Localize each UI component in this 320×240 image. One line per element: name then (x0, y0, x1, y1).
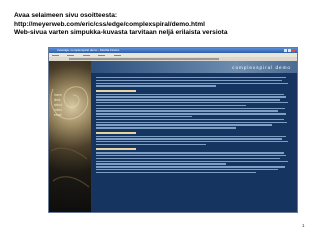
site-nav: home links about notes email (54, 93, 68, 118)
menu-item[interactable] (98, 54, 106, 56)
text-line (96, 152, 284, 154)
nav-item-links[interactable]: links (54, 98, 68, 102)
text-line (96, 118, 284, 121)
text-line (96, 110, 278, 112)
site-name: complexspiral demo (232, 65, 291, 70)
text-line (96, 79, 282, 82)
text-line (96, 141, 288, 143)
text-line (96, 85, 216, 87)
text-line (96, 102, 288, 104)
spiral-shell-image (49, 61, 91, 212)
window-controls (284, 49, 295, 52)
slide-title-line-3: Web-sivua varten simpukka-kuvasta tarvit… (14, 29, 228, 37)
text-line (96, 113, 286, 115)
nav-item-email[interactable]: email (54, 113, 68, 117)
menu-item[interactable] (52, 54, 59, 56)
text-line (96, 77, 286, 79)
text-line (96, 121, 287, 123)
minimize-icon[interactable] (284, 49, 287, 52)
nav-item-about[interactable]: about (54, 103, 68, 107)
menu-item[interactable] (82, 54, 90, 56)
text-line (96, 135, 286, 137)
slide-title: Avaa selaimeen sivu osoitteesta: http://… (14, 12, 314, 38)
page-number: 1 (302, 223, 305, 228)
nav-item-notes[interactable]: notes (54, 108, 68, 112)
close-icon[interactable] (292, 49, 295, 52)
menu-item[interactable] (113, 54, 121, 56)
text-line (96, 107, 285, 109)
nav-item-home[interactable]: home (54, 93, 68, 97)
spiral-shell-icon (50, 86, 90, 188)
text-line (96, 96, 286, 98)
section-heading (96, 89, 136, 92)
slide-title-url[interactable]: http://meyerweb.com/eric/css/edge/comple… (14, 21, 314, 30)
text-line (96, 169, 278, 171)
text-line (96, 127, 236, 129)
text-line (96, 143, 206, 146)
text-line (96, 157, 280, 160)
text-line (96, 160, 288, 162)
text-line (96, 116, 192, 118)
text-line (96, 166, 285, 168)
text-line (96, 82, 288, 84)
text-line (96, 155, 286, 157)
text-line (96, 138, 282, 140)
text-line (96, 124, 272, 126)
section-heading (96, 148, 136, 151)
slide-title-line-1: Avaa selaimeen sivu osoitteesta: (14, 12, 118, 19)
page-viewport: home links about notes email complexspir… (49, 61, 297, 212)
browser-screenshot: css/edge: complexspiral demo - Mozilla F… (48, 47, 298, 213)
text-line (96, 93, 284, 95)
section-heading (96, 131, 136, 134)
content-area (93, 75, 293, 212)
site-header: complexspiral demo (91, 61, 297, 73)
text-line (96, 99, 280, 101)
text-line (96, 104, 246, 107)
text-line (96, 163, 226, 165)
text-line (96, 171, 256, 174)
address-bar[interactable] (69, 57, 219, 61)
maximize-icon[interactable] (288, 49, 291, 52)
menu-item[interactable] (67, 54, 75, 56)
